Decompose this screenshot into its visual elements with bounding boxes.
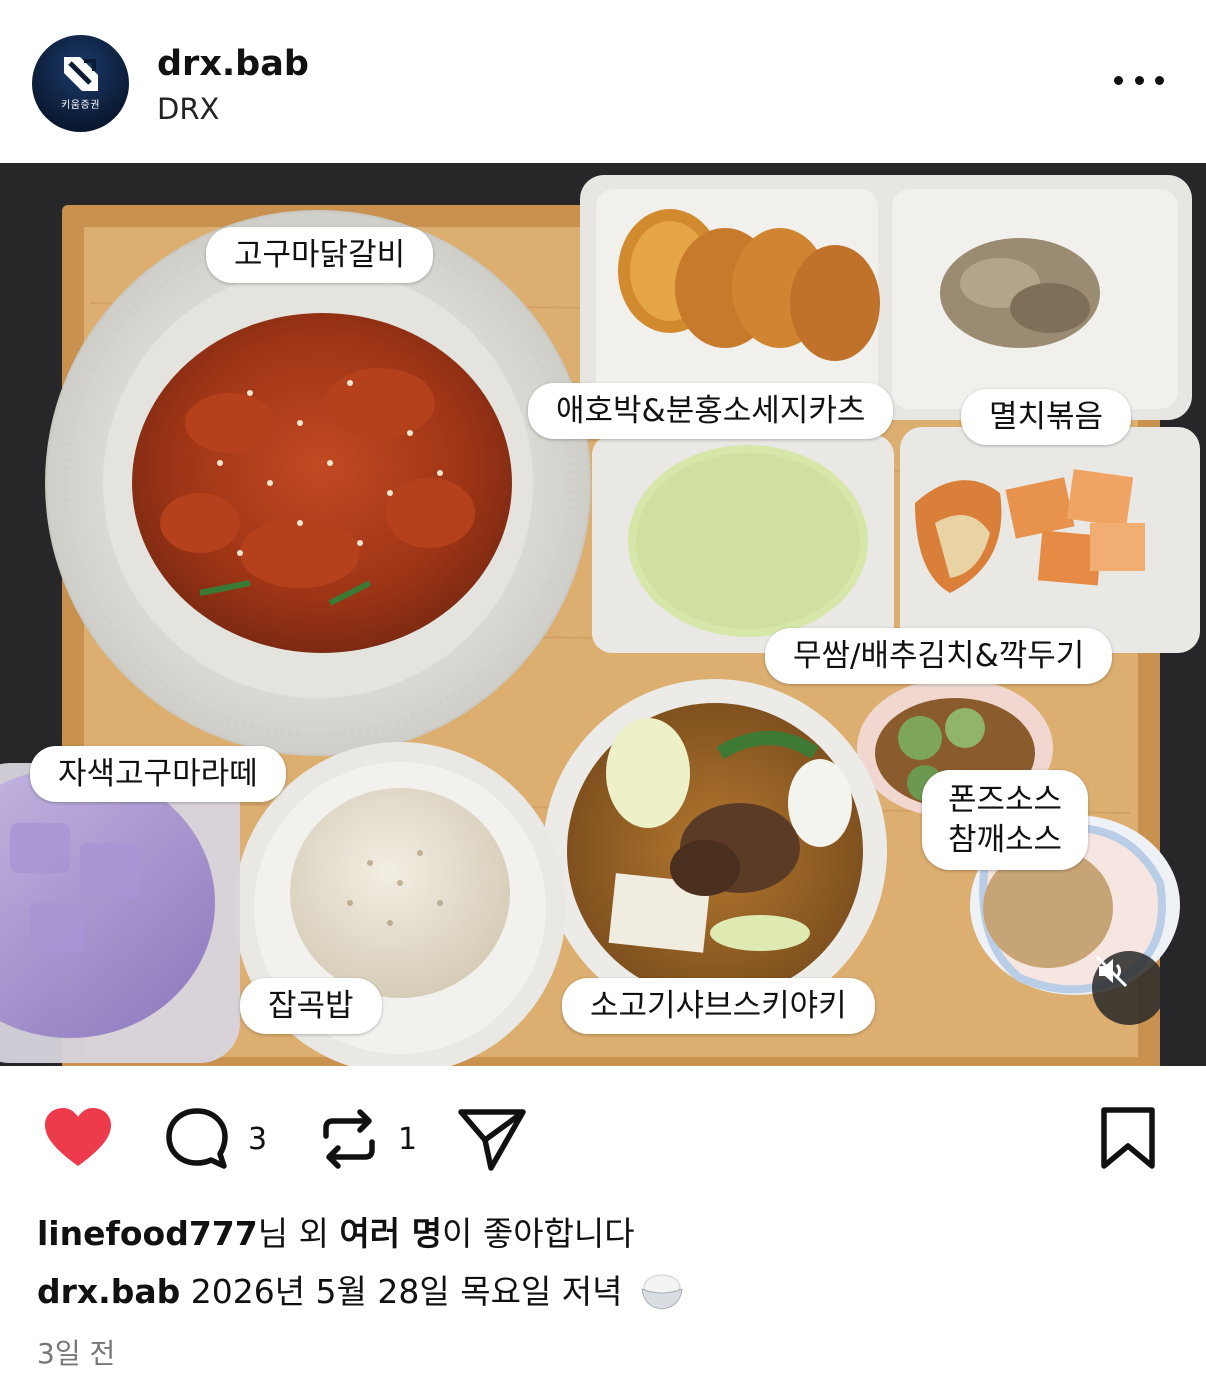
likes-summary[interactable]: linefood777님 외 여러 명이 좋아합니다	[37, 1207, 635, 1255]
label-side-1: 애호박&분홍소세지카츠	[528, 383, 894, 439]
label-sauce-2: 참깨소스	[948, 822, 1063, 858]
drx-logo-icon	[64, 57, 98, 91]
post-timestamp: 3일 전	[37, 1337, 116, 1370]
caption-username[interactable]: drx.bab	[37, 1272, 180, 1311]
post-username[interactable]: drx.bab	[157, 44, 309, 84]
caption-text: 2026년 5월 28일 목요일 저녁	[180, 1272, 634, 1311]
avatar-text: 키움증권	[61, 100, 100, 111]
comment-count: 3	[248, 1122, 268, 1157]
rice-bowl-emoji-icon	[641, 1274, 683, 1310]
share-send-icon[interactable]	[456, 1106, 528, 1172]
more-options-button[interactable]	[1114, 70, 1164, 90]
more-dot-icon	[1155, 75, 1164, 85]
comment-icon[interactable]	[164, 1106, 230, 1172]
more-dot-icon	[1134, 75, 1144, 85]
label-sauce-1: 폰즈소스	[948, 782, 1063, 818]
label-rice: 잡곡밥	[240, 978, 382, 1034]
mute-button[interactable]	[1092, 951, 1166, 1025]
action-bar: 3 1	[0, 1070, 1206, 1190]
post-caption: drx.bab 2026년 5월 28일 목요일 저녁	[37, 1265, 685, 1313]
label-soup: 소고기샤브스키야키	[562, 978, 875, 1034]
more-dot-icon	[1114, 75, 1123, 85]
label-side-2: 멸치볶음	[961, 389, 1132, 445]
label-main-dish: 고구마닭갈비	[206, 227, 434, 283]
post-header: 키움증권 drx.bab DRX	[0, 0, 1206, 160]
post-photo[interactable]: 고구마닭갈비 애호박&분홍소세지카츠 멸치볶음 무쌈/배추김치&깍두기 자색고구…	[0, 163, 1206, 1066]
label-drink: 자색고구마라떼	[30, 746, 286, 802]
avatar[interactable]: 키움증권	[32, 35, 129, 132]
label-sauces: 폰즈소스 참깨소스	[922, 770, 1089, 870]
like-heart-icon[interactable]	[42, 1106, 114, 1170]
likes-bold[interactable]: 여러 명	[339, 1214, 442, 1253]
label-side-3: 무쌈/배추김치&깍두기	[765, 628, 1113, 684]
repost-count: 1	[398, 1122, 418, 1157]
repost-icon[interactable]	[318, 1106, 380, 1172]
likes-text-1: 님 외	[257, 1214, 340, 1253]
food-tray-illustration	[0, 163, 1206, 1066]
likes-user[interactable]: linefood777	[37, 1214, 258, 1253]
speaker-muted-icon	[1095, 955, 1128, 988]
bookmark-icon[interactable]	[1100, 1106, 1156, 1170]
post-display-name: DRX	[157, 92, 220, 126]
likes-text-2: 이 좋아합니다	[442, 1214, 635, 1253]
